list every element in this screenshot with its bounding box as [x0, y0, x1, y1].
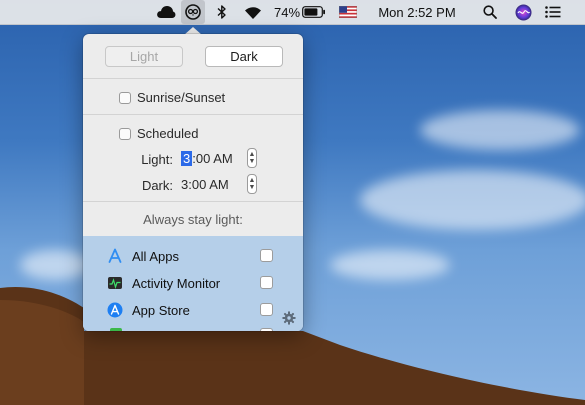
divider	[83, 114, 303, 115]
light-hour-segment[interactable]: 3	[181, 150, 193, 166]
light-time-row: Light: 3:00 AM ▲ ▼	[135, 148, 275, 168]
partial-app-checkbox[interactable]	[260, 328, 273, 331]
sunrise-sunset-option[interactable]: Sunrise/Sunset	[119, 90, 225, 105]
stepper-up-icon[interactable]: ▲	[249, 151, 256, 158]
gear-icon[interactable]	[282, 311, 296, 325]
app-row-all-apps[interactable]: All Apps	[107, 247, 179, 265]
scheduled-label: Scheduled	[137, 126, 199, 141]
sunrise-sunset-label: Sunrise/Sunset	[137, 90, 226, 105]
creative-cloud-icon[interactable]	[155, 0, 177, 24]
stepper-down-icon[interactable]: ▼	[249, 158, 256, 165]
dark-mode-button[interactable]: Dark	[205, 46, 283, 67]
battery-icon[interactable]	[302, 0, 326, 24]
activity-monitor-icon	[107, 275, 123, 291]
dark-time-value: 3:00 AM	[181, 176, 229, 192]
app-row-app-store[interactable]: App Store	[107, 301, 190, 319]
menubar-clock[interactable]: Mon 2:52 PM	[372, 0, 462, 24]
dark-time-field[interactable]: 3:00 AM	[181, 175, 241, 193]
scheduled-checkbox[interactable]	[119, 127, 131, 140]
menu-bar: 74% Mon 2:52 PM	[0, 0, 585, 25]
app-name: Activity Monitor	[132, 275, 221, 291]
wifi-icon[interactable]	[242, 0, 264, 24]
app-store-checkbox[interactable]	[260, 303, 273, 316]
dark-time-label: Dark:	[141, 177, 173, 193]
light-time-stepper[interactable]: ▲ ▼	[247, 148, 257, 168]
scheduled-option[interactable]: Scheduled	[119, 126, 198, 141]
stepper-down-icon[interactable]: ▼	[249, 184, 256, 191]
divider	[83, 78, 303, 79]
dark-time-stepper[interactable]: ▲ ▼	[247, 174, 257, 194]
all-apps-checkbox[interactable]	[260, 249, 273, 262]
us-flag-icon[interactable]	[339, 0, 357, 24]
bluetooth-icon[interactable]	[215, 0, 229, 24]
dark-time-row: Dark: 3:00 AM ▲ ▼	[135, 174, 275, 194]
siri-icon[interactable]	[514, 0, 532, 24]
activity-monitor-checkbox[interactable]	[260, 276, 273, 289]
divider	[83, 201, 303, 202]
light-time-rest: :00 AM	[192, 150, 233, 166]
light-mode-button[interactable]: Light	[105, 46, 183, 67]
partial-app-icon	[110, 328, 122, 331]
notification-center-icon[interactable]	[544, 0, 562, 24]
night-owl-icon[interactable]	[181, 0, 205, 24]
night-owl-popover: Light Dark Sunrise/Sunset Scheduled Ligh…	[83, 34, 303, 331]
app-store-a-icon	[107, 248, 123, 264]
sunrise-sunset-checkbox[interactable]	[119, 91, 131, 104]
light-time-field[interactable]: 3:00 AM	[181, 149, 241, 167]
battery-percentage[interactable]: 74%	[273, 0, 301, 24]
spotlight-search-icon[interactable]	[482, 0, 498, 24]
app-store-icon	[107, 302, 123, 318]
light-time-label: Light:	[141, 151, 173, 167]
app-name: All Apps	[132, 248, 179, 264]
always-stay-light-label: Always stay light:	[143, 212, 243, 227]
stepper-up-icon[interactable]: ▲	[249, 177, 256, 184]
app-name: App Store	[132, 302, 190, 318]
app-row-activity-monitor[interactable]: Activity Monitor	[107, 274, 220, 292]
